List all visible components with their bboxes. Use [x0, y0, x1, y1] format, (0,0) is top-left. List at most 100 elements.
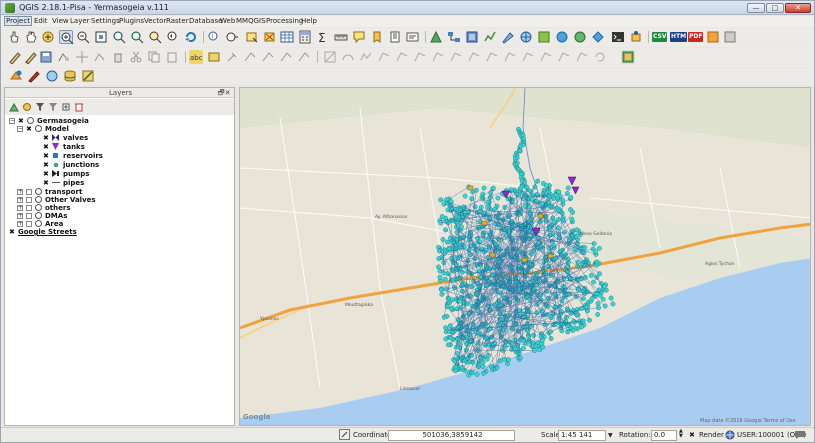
render-checkbox-checked-icon[interactable]: ✖	[689, 431, 695, 439]
rotate-symbols-icon[interactable]	[575, 50, 589, 64]
current-edits-icon[interactable]	[7, 50, 21, 64]
expand-all-icon[interactable]	[61, 102, 71, 112]
layer-tree-item[interactable]: ✖ junctions	[5, 161, 234, 169]
layer-tree-item[interactable]: + others	[5, 204, 234, 212]
export-htm-button[interactable]: HTM	[670, 32, 688, 42]
layer-tree-item[interactable]: − ✖ Germasogeia	[5, 117, 234, 125]
filter-expression-icon[interactable]	[48, 102, 58, 112]
rotation-field[interactable]: 0.0	[651, 430, 677, 441]
layer-tree-item[interactable]: + Other Valves	[5, 196, 234, 204]
plugin-manager-icon[interactable]	[629, 30, 643, 44]
add-raster-layer-icon[interactable]	[27, 69, 41, 83]
run-feature-action-icon[interactable]	[225, 30, 239, 44]
field-calculator-icon[interactable]	[298, 30, 312, 44]
refresh-icon[interactable]	[184, 30, 198, 44]
rotation-spinner-icon[interactable]: ▲ ▼	[679, 429, 683, 439]
export-image-icon[interactable]	[706, 30, 720, 44]
crs-icon[interactable]	[725, 430, 735, 442]
delete-ring-icon[interactable]	[431, 50, 445, 64]
plugin-c-icon[interactable]	[591, 30, 605, 44]
python-console-icon[interactable]	[611, 30, 625, 44]
layer-tree-item[interactable]: ✖ pumps	[5, 170, 234, 178]
layer-tree-item[interactable]: + transport	[5, 188, 234, 196]
simplify-feature-icon[interactable]	[359, 50, 373, 64]
vertex-editor-icon[interactable]	[621, 50, 635, 64]
layer-tree-item[interactable]: ✖ reservoirs	[5, 152, 234, 160]
checkbox-checked-icon[interactable]: ✖	[26, 126, 32, 133]
measure-icon[interactable]	[334, 30, 348, 44]
plugin-b-icon[interactable]	[573, 30, 587, 44]
add-ring-icon[interactable]	[377, 50, 391, 64]
processing-toolbox-icon[interactable]	[429, 30, 443, 44]
coordinate-field[interactable]: 501036,3859142	[388, 430, 515, 441]
move-feature-icon[interactable]	[75, 50, 89, 64]
toggle-editing-icon[interactable]	[23, 50, 37, 64]
menu-edit[interactable]: Edit	[34, 17, 48, 25]
checkbox-checked-icon[interactable]: ✖	[43, 162, 49, 169]
zoom-selection-icon[interactable]	[148, 30, 162, 44]
menu-web[interactable]: Web	[220, 17, 235, 25]
select-features-icon[interactable]	[245, 30, 259, 44]
menu-mmqgis[interactable]: MMQGIS	[236, 17, 266, 25]
layer-labeling-icon[interactable]	[207, 50, 221, 64]
layer-tree-item[interactable]: + DMAs	[5, 212, 234, 220]
add-feature-icon[interactable]	[57, 50, 71, 64]
touch-icon[interactable]	[7, 30, 21, 44]
zoom-native-icon[interactable]	[94, 30, 108, 44]
show-hide-labels-icon[interactable]	[243, 50, 257, 64]
expand-icon[interactable]: +	[17, 205, 23, 211]
split-parts-icon[interactable]	[521, 50, 535, 64]
new-bookmark-icon[interactable]	[370, 30, 384, 44]
circular-string-icon[interactable]	[341, 50, 355, 64]
collapse-icon[interactable]: −	[9, 118, 15, 124]
add-group-icon[interactable]	[22, 102, 32, 112]
export-pdf-button[interactable]: PDF	[688, 32, 704, 42]
zoom-layer-icon[interactable]	[130, 30, 144, 44]
layer-tree-item[interactable]: ✖ Google Streets	[5, 228, 234, 236]
identify-icon[interactable]: i	[207, 30, 221, 44]
coordinate-toggle-icon[interactable]	[339, 429, 350, 442]
checkbox-unchecked-icon[interactable]	[26, 197, 32, 203]
checkbox-checked-icon[interactable]: ✖	[9, 229, 15, 236]
checkbox-unchecked-icon[interactable]	[26, 221, 32, 227]
layer-tree-item[interactable]: ✖ valves	[5, 134, 234, 142]
checkbox-checked-icon[interactable]: ✖	[18, 118, 24, 125]
reshape-features-icon[interactable]	[467, 50, 481, 64]
menu-settings[interactable]: Settings	[91, 17, 120, 25]
checkbox-checked-icon[interactable]: ✖	[43, 144, 49, 151]
map-drawing[interactable]: Ay. Athanasios Mesa Geitonia Mouttagiaka…	[240, 88, 811, 426]
menu-layer[interactable]: Layer	[70, 17, 90, 25]
menu-vector[interactable]: Vector	[144, 17, 166, 25]
zoom-last-icon[interactable]	[166, 30, 180, 44]
scale-dropdown-icon[interactable]: ▼	[608, 432, 613, 439]
collapse-icon[interactable]: −	[17, 126, 23, 132]
offset-curve-icon[interactable]	[485, 50, 499, 64]
export-csv-button[interactable]: CSV	[652, 32, 668, 42]
rotate-feature-icon[interactable]	[593, 50, 607, 64]
layer-tree-item[interactable]: ✖ tanks	[5, 143, 234, 151]
change-label-icon[interactable]	[297, 50, 311, 64]
menu-plugins[interactable]: Plugins	[119, 17, 144, 25]
export-plugin-icon[interactable]	[723, 30, 737, 44]
layer-tree-item[interactable]: − ✖ Model	[5, 125, 234, 133]
close-button[interactable]: ✕	[785, 3, 811, 13]
deselect-icon[interactable]	[263, 30, 277, 44]
pan-to-selection-icon[interactable]	[41, 30, 55, 44]
add-spatialite-layer-icon[interactable]	[63, 69, 77, 83]
add-delimited-text-icon[interactable]	[81, 69, 95, 83]
graphical-modeler-icon[interactable]	[447, 30, 461, 44]
expand-icon[interactable]: +	[17, 221, 23, 227]
checkbox-unchecked-icon[interactable]	[26, 189, 32, 195]
pan-icon[interactable]	[24, 30, 38, 44]
checkbox-checked-icon[interactable]: ✖	[43, 180, 49, 187]
menu-view[interactable]: View	[52, 17, 69, 25]
menu-database[interactable]: Database	[189, 17, 222, 25]
checkbox-unchecked-icon[interactable]	[26, 205, 32, 211]
minimize-button[interactable]: —	[747, 3, 765, 13]
checkbox-unchecked-icon[interactable]	[26, 213, 32, 219]
checkbox-checked-icon[interactable]: ✖	[43, 153, 49, 160]
plugin-a-icon[interactable]	[555, 30, 569, 44]
text-annotation-icon[interactable]	[406, 30, 420, 44]
checkbox-checked-icon[interactable]: ✖	[43, 135, 49, 142]
add-vector-layer-icon[interactable]	[9, 69, 23, 83]
